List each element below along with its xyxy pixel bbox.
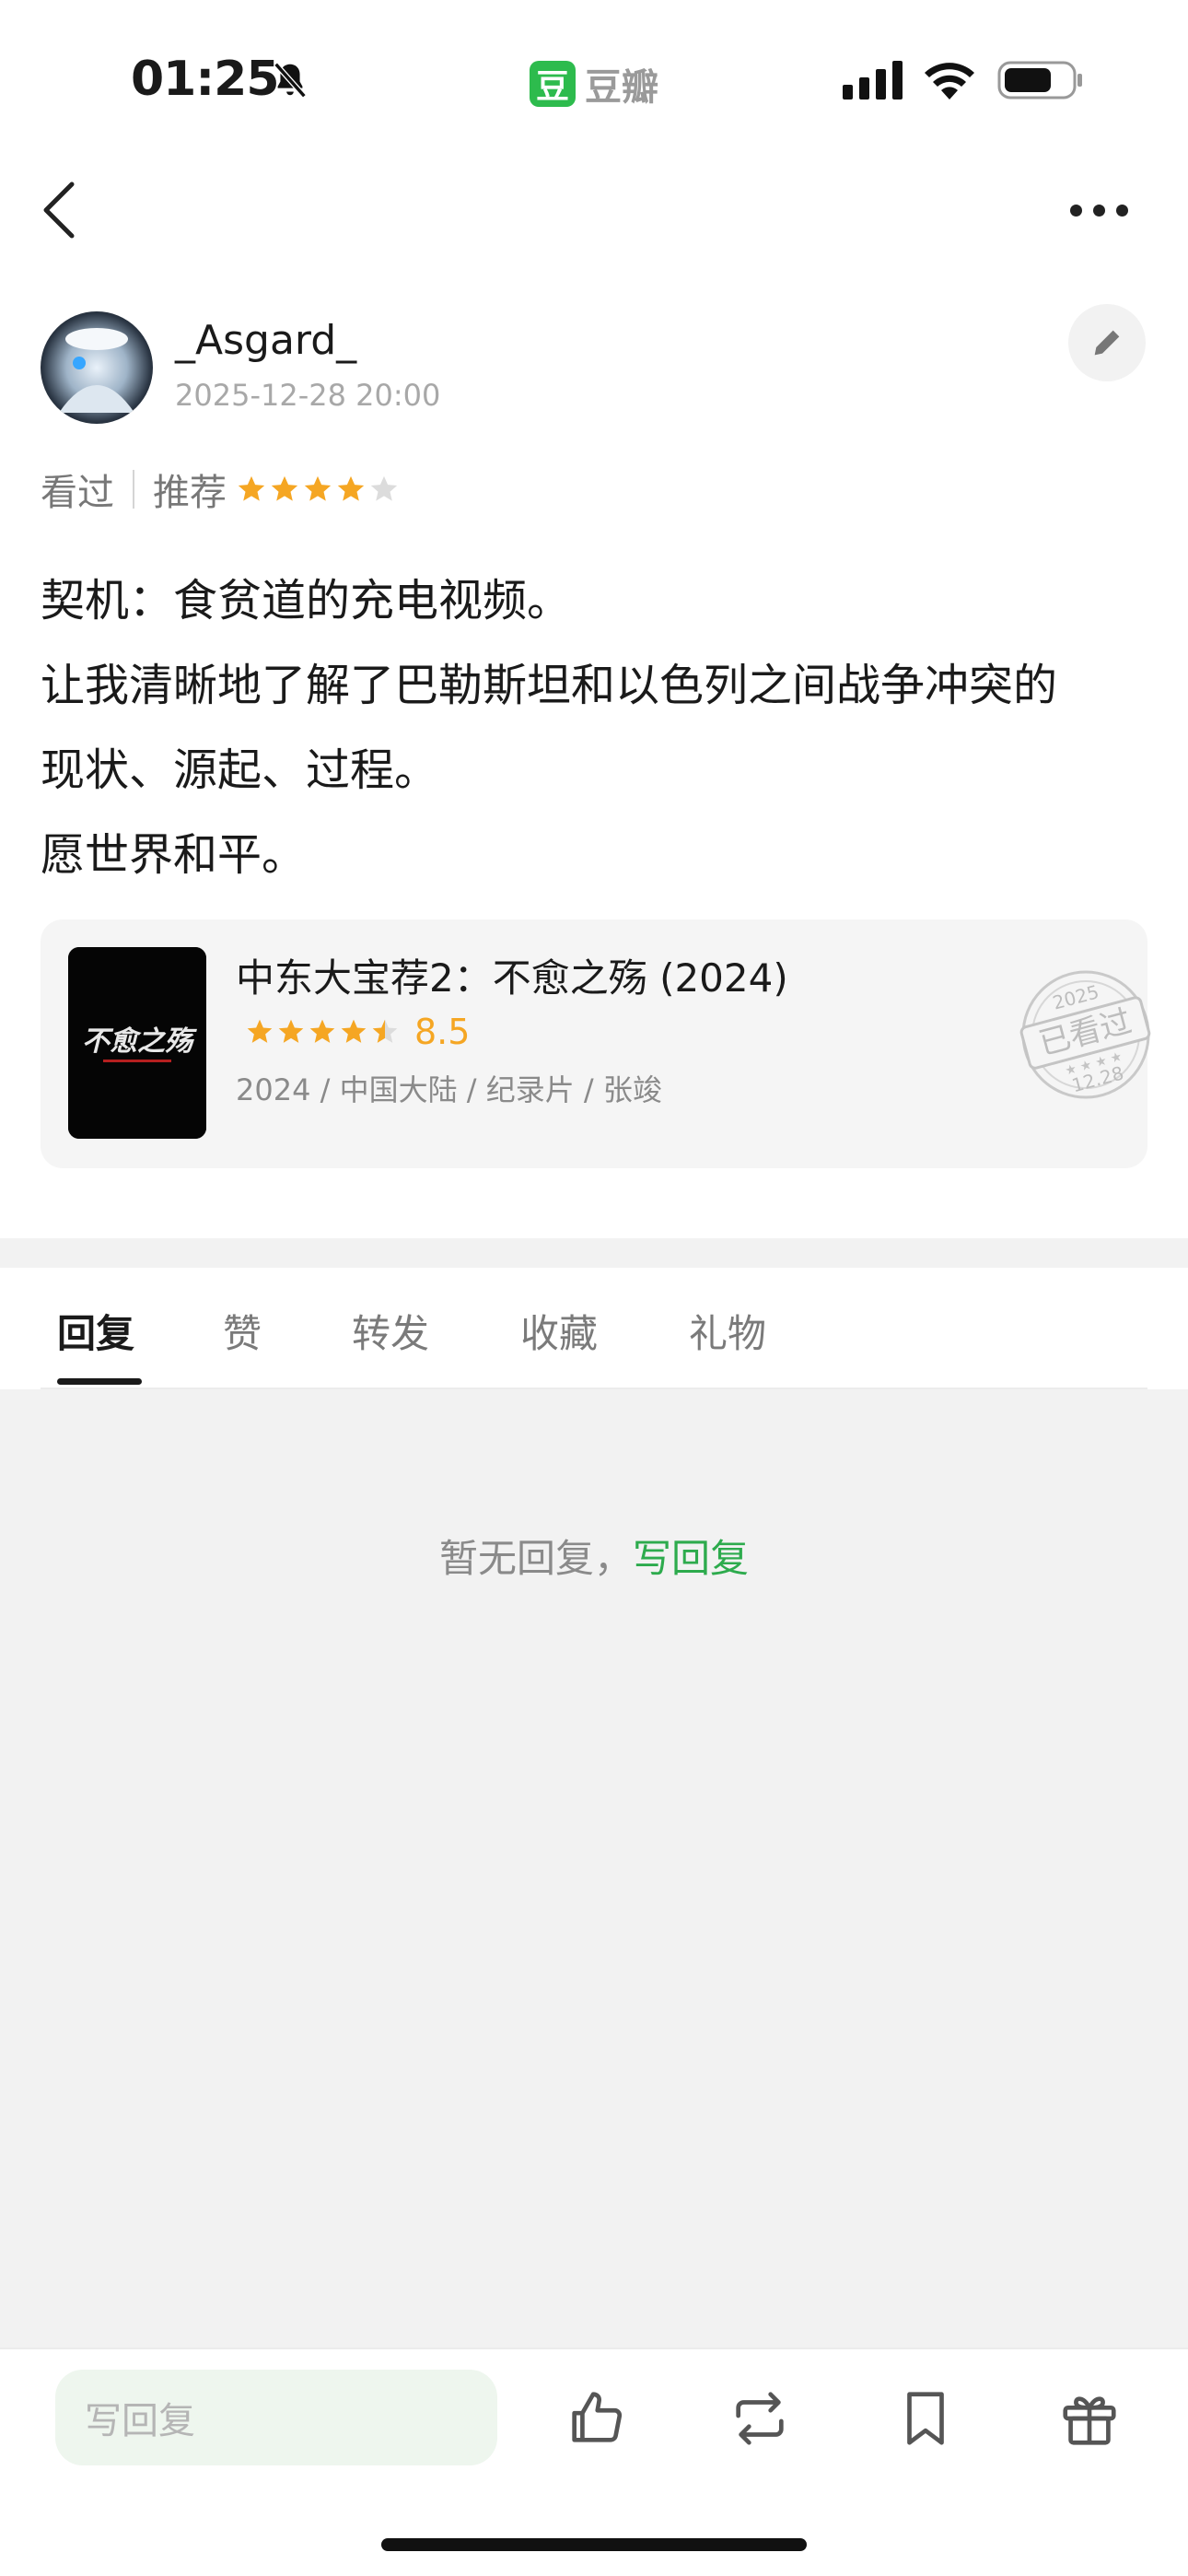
replies-area: 暂无回复，写回复	[0, 1389, 1188, 2348]
review-line: 让我清晰地了解了巴勒斯坦和以色列之间战争冲突的	[41, 660, 1058, 711]
gift-icon[interactable]	[1057, 2386, 1122, 2451]
ellipsis-icon	[1070, 204, 1082, 217]
post-date: 2025-12-28 20:00	[175, 378, 441, 413]
tab-collections[interactable]: 收藏	[520, 1303, 598, 1359]
active-tab-indicator	[57, 1378, 142, 1385]
review-meta: 看过 推荐	[41, 463, 400, 516]
tab-likes[interactable]: 赞	[223, 1303, 262, 1359]
reply-input[interactable]: 写回复	[55, 2370, 497, 2465]
review-line: 愿世界和平。	[41, 829, 307, 881]
star-icon	[309, 1019, 335, 1043]
star-icon	[337, 475, 365, 501]
douban-logo: 豆	[530, 61, 576, 107]
signal-icon	[843, 61, 903, 100]
status-bar: 01:25 豆 豆瓣	[0, 0, 1188, 161]
star-icon	[341, 1019, 367, 1043]
review-line: 现状、源起、过程。	[41, 744, 439, 796]
battery-icon	[997, 61, 1082, 100]
section-divider	[0, 1238, 1188, 1268]
movie-poster: 不愈之殇	[68, 947, 206, 1139]
star-icon	[271, 475, 298, 501]
poster-title: 不愈之殇	[82, 1025, 197, 1058]
app-indicator: 豆 豆瓣	[530, 57, 658, 111]
more-button[interactable]	[1070, 193, 1135, 227]
user-rating-stars	[236, 474, 400, 505]
watched-stamp: 2025 已看过 ★ ★ ★ ★ 12.28	[1019, 970, 1151, 1099]
movie-title[interactable]: 中东大宝荐2：不愈之殇 (2024)	[236, 947, 788, 1003]
movie-score: 8.5	[414, 1012, 471, 1052]
username[interactable]: _Asgard_	[175, 317, 356, 364]
movie-meta: 2024 / 中国大陆 / 纪录片 / 张竣	[236, 1072, 662, 1107]
bell-muted-icon	[274, 62, 307, 99]
tab-gifts[interactable]: 礼物	[689, 1303, 766, 1359]
star-icon	[304, 475, 332, 501]
review-body: 契机：食贫道的充电视频。让我清晰地了解了巴勒斯坦和以色列之间战争冲突的 现状、源起…	[41, 558, 1155, 897]
movie-card[interactable]: 不愈之殇 中东大宝荐2：不愈之殇 (2024) 8.5 2024 / 中国大陆 …	[41, 919, 1151, 1168]
tab-bar: 回复 赞 转发 收藏 礼物	[0, 1268, 1188, 1389]
app-name: 豆瓣	[585, 66, 658, 109]
edit-button[interactable]	[1068, 304, 1146, 381]
star-icon	[370, 475, 398, 501]
recommend-label: 推荐	[153, 472, 227, 514]
back-button[interactable]	[41, 181, 77, 240]
repost-icon[interactable]	[728, 2386, 792, 2451]
empty-state: 暂无回复，写回复	[0, 1528, 1188, 1584]
star-icon	[372, 1019, 398, 1043]
write-reply-link[interactable]: 写回复	[633, 1536, 749, 1581]
pencil-icon	[1094, 330, 1120, 356]
review-line: 契机：食贫道的充电视频。	[41, 575, 572, 626]
movie-rating: 8.5	[236, 1012, 470, 1052]
movie-rating-stars	[245, 1017, 400, 1047]
bookmark-icon[interactable]	[893, 2386, 958, 2451]
divider	[133, 470, 134, 509]
empty-text: 暂无回复，	[438, 1536, 633, 1581]
thumbs-up-icon[interactable]	[564, 2386, 628, 2451]
avatar[interactable]	[41, 311, 153, 424]
tab-reposts[interactable]: 转发	[352, 1303, 429, 1359]
wifi-icon	[925, 63, 974, 100]
star-icon	[238, 475, 265, 501]
tab-replies[interactable]: 回复	[57, 1303, 134, 1359]
star-icon	[247, 1019, 273, 1043]
status-time: 01:25	[131, 52, 280, 107]
reply-placeholder: 写回复	[85, 2400, 195, 2442]
home-indicator	[381, 2538, 807, 2551]
watch-status: 看过	[41, 472, 114, 514]
star-icon	[278, 1019, 304, 1043]
